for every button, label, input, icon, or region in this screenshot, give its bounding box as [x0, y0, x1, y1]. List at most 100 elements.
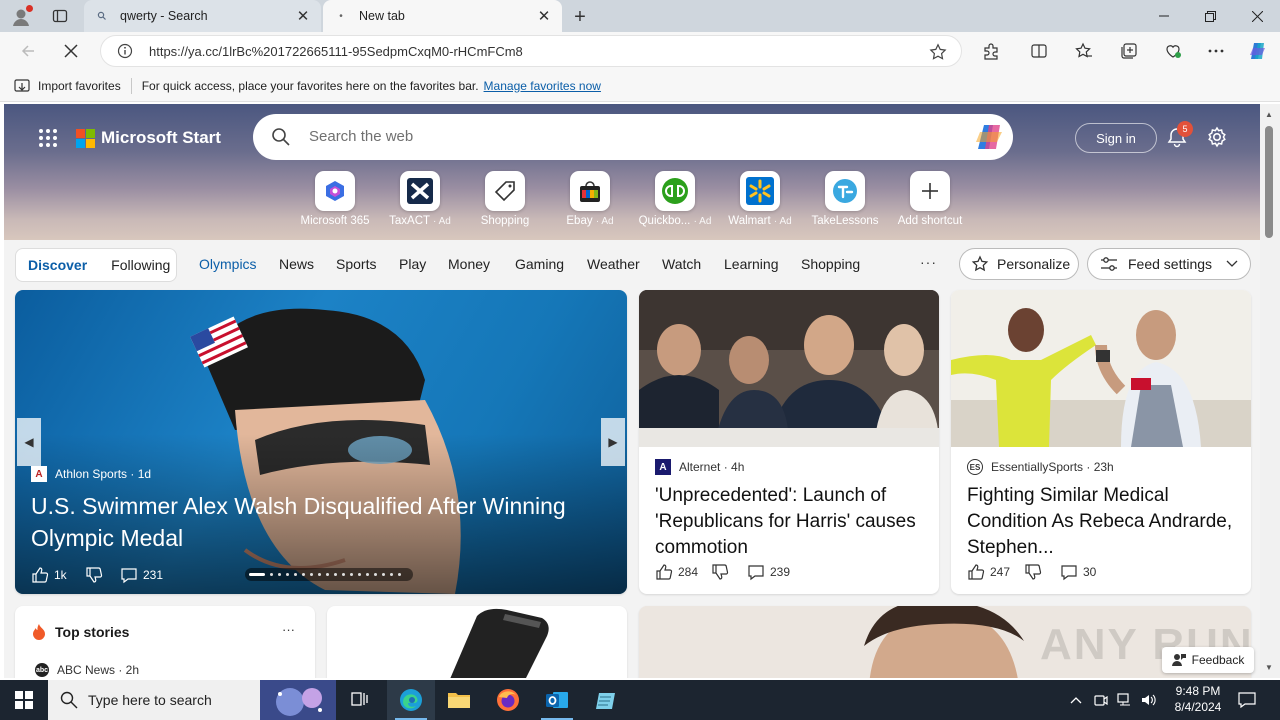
network-icon[interactable]	[1117, 693, 1133, 707]
shortcut-shopping[interactable]: Shopping	[460, 171, 550, 227]
shortcut-taxact[interactable]: TaxACT · Ad	[375, 171, 465, 227]
top-stories-more-button[interactable]: ···	[282, 622, 295, 637]
nav-shopping[interactable]: Shopping	[801, 256, 860, 272]
close-tab-icon[interactable]: ✕	[295, 8, 311, 25]
article-headline[interactable]: 'Unprecedented': Launch of 'Republicans …	[655, 483, 925, 561]
nav-money[interactable]: Money	[448, 256, 490, 272]
source-text: Alternet · 4h	[679, 460, 745, 474]
article-headline[interactable]: U.S. Swimmer Alex Walsh Disqualified Aft…	[31, 490, 611, 554]
import-favorites-button[interactable]: Import favorites	[14, 79, 121, 93]
meet-now-icon[interactable]	[1094, 693, 1108, 707]
show-hidden-icons-chevron-icon[interactable]	[1070, 696, 1082, 704]
tab-qwerty-search[interactable]: qwerty - Search ✕	[84, 0, 321, 32]
tab-discover[interactable]: Discover	[28, 257, 87, 273]
story-source: abc ABC News · 2h	[35, 663, 139, 677]
nav-sports[interactable]: Sports	[336, 256, 376, 272]
favorite-star-icon[interactable]	[929, 43, 947, 61]
copilot-search-icon[interactable]	[975, 123, 1005, 151]
url-text[interactable]: https://ya.cc/1lrBc%201722665111-95Sedpm…	[149, 44, 523, 59]
nav-learning[interactable]: Learning	[724, 256, 779, 272]
taskbar-search-box[interactable]: Type here to search	[48, 680, 336, 720]
like-button[interactable]: 247	[967, 563, 1010, 581]
divider	[130, 77, 132, 94]
nav-gaming[interactable]: Gaming	[515, 256, 564, 272]
settings-more-icon[interactable]	[1201, 36, 1231, 66]
restore-button[interactable]	[1187, 0, 1233, 32]
copilot-icon[interactable]	[1243, 36, 1273, 66]
like-button[interactable]: 284	[655, 563, 698, 581]
more-categories-button[interactable]: ···	[920, 254, 937, 270]
nav-olympics[interactable]: Olympics	[199, 256, 257, 272]
windows-taskbar: Type here to search 9:48 PM 8/4/2024	[0, 680, 1280, 720]
dislike-button[interactable]	[85, 566, 103, 584]
tab-new-tab[interactable]: • New tab ✕	[323, 0, 562, 32]
scroll-down-arrow-icon[interactable]: ▼	[1265, 663, 1273, 672]
minimize-button[interactable]	[1141, 0, 1187, 32]
task-view-button[interactable]	[336, 680, 384, 720]
carousel-previous-button[interactable]: ◀	[17, 418, 41, 466]
like-button[interactable]: 1k	[31, 566, 67, 584]
dislike-button[interactable]	[1024, 563, 1042, 581]
tab-title: New tab	[359, 9, 405, 23]
back-button[interactable]	[13, 36, 43, 66]
product-card[interactable]	[327, 606, 627, 678]
nav-play[interactable]: Play	[399, 256, 426, 272]
shortcut-ebay[interactable]: Ebay · Ad	[545, 171, 635, 227]
site-info-icon[interactable]	[117, 43, 133, 59]
personalize-button[interactable]: Personalize	[959, 248, 1079, 280]
tab-actions-icon[interactable]	[52, 8, 68, 24]
add-shortcut-button[interactable]: Add shortcut	[885, 171, 975, 227]
article-card-essentiallysports[interactable]: ES EssentiallySports · 23h Fighting Simi…	[951, 290, 1251, 594]
nav-weather[interactable]: Weather	[587, 256, 640, 272]
tab-following[interactable]: Following	[111, 257, 170, 273]
scrollbar-thumb[interactable]	[1265, 126, 1273, 238]
article-headline[interactable]: Fighting Similar Medical Condition As Re…	[967, 483, 1237, 561]
page-scrollbar[interactable]: ▲ ▼	[1260, 104, 1280, 678]
article-card-alternet[interactable]: A Alternet · 4h 'Unprecedented': Launch …	[639, 290, 939, 594]
carousel-next-button[interactable]: ▶	[601, 418, 625, 466]
sign-in-button[interactable]: Sign in	[1075, 123, 1157, 153]
scroll-up-arrow-icon[interactable]: ▲	[1265, 110, 1273, 119]
microsoft-start-logo[interactable]: Microsoft Start	[76, 128, 221, 148]
address-bar[interactable]: https://ya.cc/1lrBc%201722665111-95Sedpm…	[100, 35, 962, 67]
like-count: 284	[678, 565, 699, 579]
browser-essentials-icon[interactable]	[1158, 36, 1188, 66]
profile-icon[interactable]	[10, 5, 33, 28]
start-button[interactable]	[0, 680, 48, 720]
web-search-box[interactable]: Search the web	[253, 114, 1013, 160]
shortcut-microsoft-365[interactable]: Microsoft 365	[290, 171, 380, 227]
nav-news[interactable]: News	[279, 256, 314, 272]
feed-settings-button[interactable]: Feed settings	[1087, 248, 1251, 280]
page-settings-gear-icon[interactable]	[1206, 126, 1228, 148]
discover-following-toggle: Discover Following	[15, 248, 177, 282]
shortcut-takelessons[interactable]: TakeLessons	[800, 171, 890, 227]
taskbar-notepad-app[interactable]	[582, 680, 630, 720]
close-window-button[interactable]	[1234, 0, 1280, 32]
taskbar-file-explorer[interactable]	[435, 680, 483, 720]
manage-favorites-link[interactable]: Manage favorites now	[484, 79, 601, 93]
article-source: ES EssentiallySports · 23h	[967, 459, 1114, 475]
stop-loading-button[interactable]	[56, 36, 86, 66]
taskbar-outlook[interactable]	[533, 680, 581, 720]
shortcut-quickbooks[interactable]: Quickbo... · Ad	[630, 171, 720, 227]
taskbar-edge[interactable]	[387, 680, 435, 720]
taskbar-firefox[interactable]	[484, 680, 532, 720]
split-screen-icon[interactable]	[1024, 36, 1054, 66]
carousel-indicator[interactable]	[245, 568, 413, 581]
comments-button[interactable]: 239	[747, 563, 790, 581]
volume-icon[interactable]	[1141, 693, 1157, 707]
favorites-icon[interactable]	[1069, 36, 1099, 66]
new-tab-button[interactable]: +	[569, 6, 591, 28]
featured-article-card[interactable]: ◀ ▶ A Athlon Sports · 1d U.S. Swimmer Al…	[15, 290, 627, 594]
collections-icon[interactable]	[1114, 36, 1144, 66]
nav-watch[interactable]: Watch	[662, 256, 701, 272]
extensions-icon[interactable]	[976, 36, 1006, 66]
app-launcher-icon[interactable]	[38, 128, 58, 148]
comments-button[interactable]: 30	[1060, 563, 1096, 581]
feedback-button[interactable]: Feedback	[1162, 647, 1254, 673]
shortcut-walmart[interactable]: Walmart · Ad	[715, 171, 805, 227]
comments-button[interactable]: 231	[120, 566, 163, 584]
close-tab-icon[interactable]: ✕	[536, 8, 552, 25]
dislike-button[interactable]	[711, 563, 729, 581]
notification-center-button[interactable]	[1224, 680, 1270, 720]
